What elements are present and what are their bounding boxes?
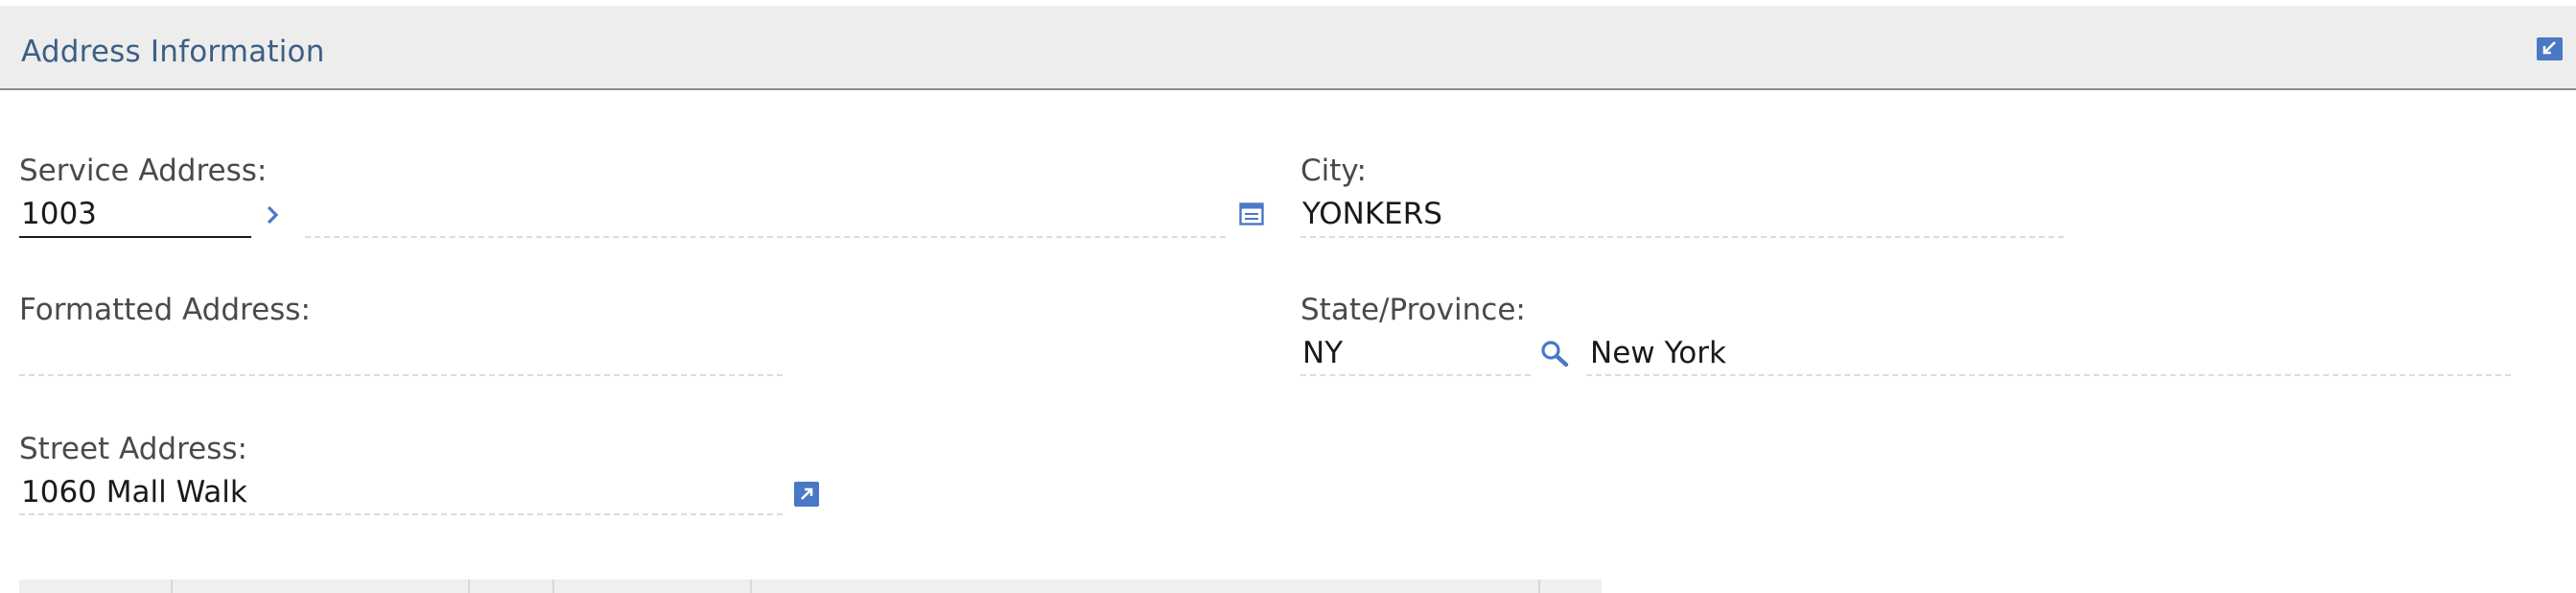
city-underline: [1300, 236, 2064, 238]
city-input[interactable]: YONKERS: [1302, 197, 1442, 231]
collapse-section-icon[interactable]: [2537, 37, 2563, 60]
section-header: Address Information: [0, 6, 2576, 90]
section-title: Address Information: [21, 35, 325, 69]
service-address-underline: [19, 236, 251, 238]
chevron-right-icon[interactable]: [263, 203, 282, 230]
table-header-strip: [19, 580, 1602, 593]
service-address-input[interactable]: 1003: [21, 197, 97, 231]
state-province-description: New York: [1590, 336, 1726, 370]
search-icon[interactable]: [1540, 340, 1571, 372]
city-label: City:: [1300, 154, 1367, 188]
formatted-address-label: Formatted Address:: [19, 293, 311, 327]
street-address-input[interactable]: 1060 Mall Walk: [21, 475, 247, 510]
service-address-description-underline: [305, 236, 1226, 238]
go-to-icon[interactable]: [794, 482, 819, 510]
street-address-label: Street Address:: [19, 432, 247, 466]
long-description-icon[interactable]: [1239, 202, 1264, 229]
state-province-input[interactable]: NY: [1302, 336, 1343, 370]
state-province-label: State/Province:: [1300, 293, 1526, 327]
service-address-label: Service Address:: [19, 154, 268, 188]
street-address-underline: [19, 513, 783, 515]
state-province-underline: [1300, 374, 1531, 376]
state-province-description-underline: [1586, 374, 2511, 376]
formatted-address-underline: [19, 374, 783, 376]
